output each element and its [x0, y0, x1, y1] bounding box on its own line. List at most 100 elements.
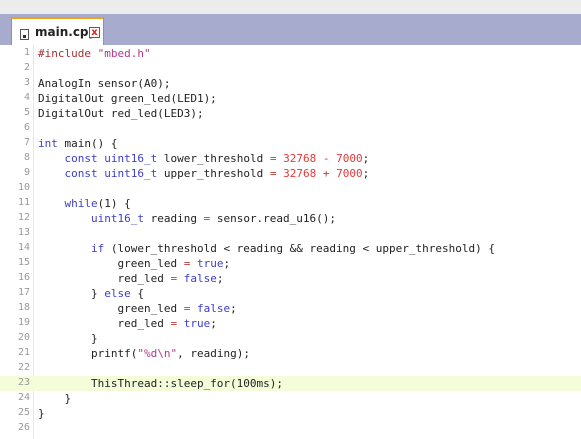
code-line[interactable]: 18 green_led = false; — [0, 301, 581, 316]
code-line[interactable]: 12 uint16_t reading = sensor.read_u16(); — [0, 211, 581, 226]
code-line[interactable]: 11 while(1) { — [0, 196, 581, 211]
line-number: 19 — [17, 317, 30, 328]
code-line[interactable]: 26 — [0, 421, 581, 436]
code-token: true — [183, 317, 211, 330]
code-text[interactable]: uint16_t reading = sensor.read_u16(); — [38, 211, 336, 226]
line-number: 25 — [17, 407, 30, 418]
code-line[interactable]: 19 red_led = true; — [0, 316, 581, 331]
editor-tab-bar: main.cpp x — [0, 14, 581, 45]
code-line[interactable]: 8 const uint16_t lower_threshold = 32768… — [0, 151, 581, 166]
code-line[interactable]: 4 DigitalOut green_led(LED1); — [0, 91, 581, 106]
code-line[interactable]: 5 DigitalOut red_led(LED3); — [0, 106, 581, 121]
code-token: sensor.read_u16(); — [210, 212, 337, 225]
code-line[interactable]: 13 — [0, 226, 581, 241]
code-line[interactable]: 10 — [0, 181, 581, 196]
code-token: 7000 — [336, 152, 363, 165]
line-number: 17 — [17, 287, 30, 298]
code-text[interactable]: red_led = false; — [38, 271, 223, 286]
line-number: 15 — [17, 257, 30, 268]
code-text[interactable]: while(1) { — [38, 196, 131, 211]
code-token: const — [64, 167, 98, 180]
code-token: (lower_threshold < reading && reading < … — [104, 242, 495, 255]
code-line[interactable]: 2 — [0, 61, 581, 76]
code-token: "mbed.h" — [97, 47, 151, 60]
code-line[interactable]: 7 int main() { — [0, 136, 581, 151]
code-line[interactable]: 25} — [0, 406, 581, 421]
code-text[interactable]: const uint16_t upper_threshold = 32768 +… — [38, 166, 370, 181]
code-line[interactable]: 20 } — [0, 331, 581, 346]
code-token: #include — [38, 47, 98, 60]
code-text[interactable]: } — [38, 331, 98, 346]
code-text[interactable]: green_led = false; — [38, 301, 236, 316]
code-text[interactable]: DigitalOut red_led(LED3); — [38, 106, 204, 121]
code-token: "%d\n" — [137, 347, 178, 360]
line-number: 5 — [23, 107, 30, 118]
code-line[interactable]: 3 AnalogIn sensor(A0); — [0, 76, 581, 91]
code-line[interactable]: 1 #include "mbed.h" — [0, 46, 581, 61]
code-text[interactable]: const uint16_t lower_threshold = 32768 -… — [38, 151, 370, 166]
code-line[interactable]: 14 if (lower_threshold < reading && read… — [0, 241, 581, 256]
code-token: uint16_t — [104, 167, 158, 180]
line-number: 9 — [23, 167, 30, 178]
code-text[interactable]: } else { — [38, 286, 144, 301]
line-number: 4 — [23, 92, 30, 103]
code-token: ; — [362, 167, 370, 180]
code-token: } — [38, 407, 45, 420]
code-editor[interactable]: 1 #include "mbed.h" 2 3 AnalogIn sensor(A0);… — [0, 45, 581, 439]
code-line[interactable]: 24 } — [0, 391, 581, 406]
code-token: , reading); — [177, 347, 250, 360]
line-number: 6 — [23, 122, 30, 133]
code-token: reading — [143, 212, 204, 225]
code-line[interactable]: 23 ThisThread::sleep_for(100ms); — [0, 376, 581, 391]
code-text[interactable]: } — [38, 391, 71, 406]
cpp-file-icon — [20, 29, 29, 40]
code-text[interactable]: red_led = true; — [38, 316, 217, 331]
code-line[interactable]: 15 green_led = true; — [0, 256, 581, 271]
line-number: 1 — [23, 47, 30, 58]
line-number: 2 — [23, 62, 30, 73]
code-token: AnalogIn sensor(A0); — [38, 77, 171, 90]
close-tab-icon[interactable]: x — [89, 27, 100, 38]
tab-main-cpp[interactable]: main.cpp x — [11, 17, 104, 45]
line-number: 3 — [23, 77, 30, 88]
code-line[interactable]: 6 — [0, 121, 581, 136]
code-text[interactable]: int main() { — [38, 136, 117, 151]
code-token: if — [90, 242, 105, 255]
code-text[interactable]: printf("%d\n", reading); — [38, 346, 250, 361]
code-line[interactable]: 16 red_led = false; — [0, 271, 581, 286]
code-token: while — [64, 197, 98, 210]
line-number: 11 — [17, 197, 30, 208]
code-line[interactable]: 17 } else { — [0, 286, 581, 301]
code-text[interactable]: DigitalOut green_led(LED1); — [38, 91, 217, 106]
code-token: (1) { — [97, 197, 131, 210]
code-token: red_led — [38, 317, 171, 330]
code-token: { — [130, 287, 144, 300]
code-text[interactable]: green_led = true; — [38, 256, 230, 271]
code-token: } — [38, 332, 98, 345]
code-token: printf( — [38, 347, 138, 360]
line-number: 8 — [23, 152, 30, 163]
code-text[interactable]: AnalogIn sensor(A0); — [38, 76, 170, 91]
tab-label: main.cpp — [35, 25, 98, 39]
line-number: 24 — [17, 392, 30, 403]
code-token: } — [38, 287, 105, 300]
code-text[interactable]: ThisThread::sleep_for(100ms); — [38, 376, 283, 391]
code-token: uint16_t — [90, 212, 144, 225]
code-line[interactable]: 22 — [0, 361, 581, 376]
code-text[interactable]: if (lower_threshold < reading && reading… — [38, 241, 495, 256]
code-line[interactable]: 21 printf("%d\n", reading); — [0, 346, 581, 361]
line-number: 22 — [17, 362, 30, 373]
code-line[interactable]: 9 const uint16_t upper_threshold = 32768… — [0, 166, 581, 181]
code-text[interactable]: #include "mbed.h" — [38, 46, 151, 61]
code-text[interactable]: } — [38, 406, 45, 421]
line-number: 16 — [17, 272, 30, 283]
code-token: ; — [210, 317, 217, 330]
code-token: 7000 — [336, 167, 363, 180]
